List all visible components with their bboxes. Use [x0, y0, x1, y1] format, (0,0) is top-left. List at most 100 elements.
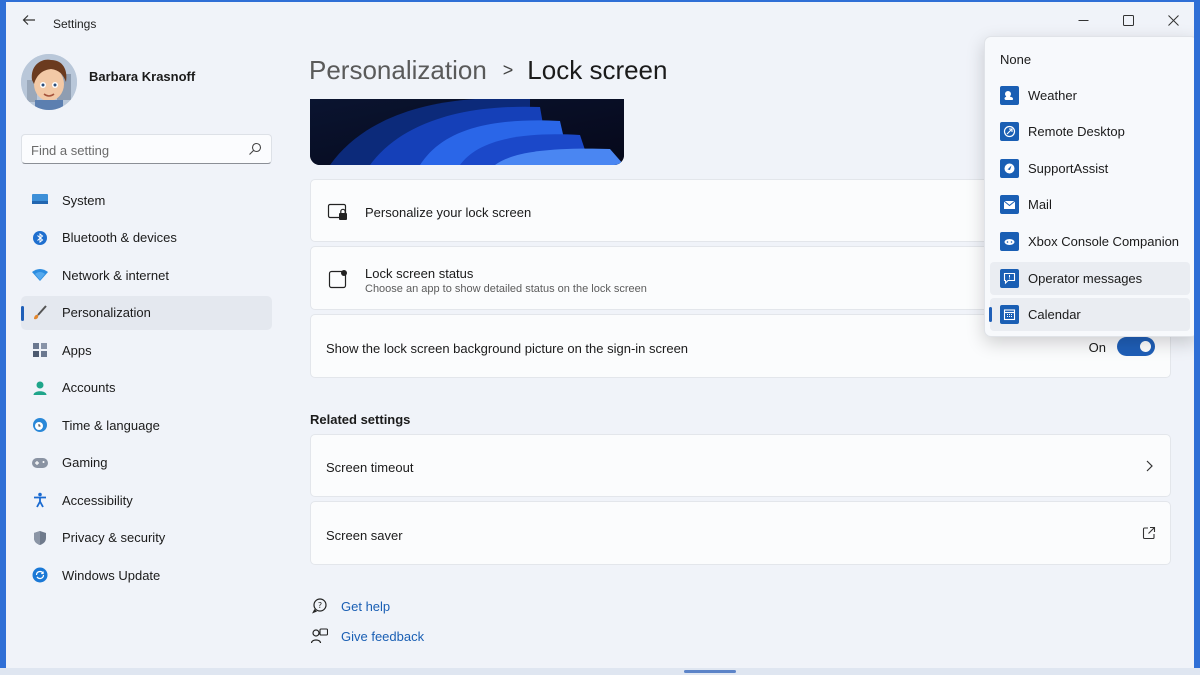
globe-clock-icon: [31, 416, 49, 434]
option-label: Mail: [1028, 197, 1052, 212]
status-title: Lock screen status: [365, 266, 474, 281]
weather-icon: [1000, 86, 1019, 105]
apps-icon: [31, 341, 49, 359]
taskbar-active-indicator: [684, 670, 736, 673]
option-label: Xbox Console Companion: [1028, 234, 1180, 249]
dropdown-option-operator-messages[interactable]: Operator messages: [990, 262, 1190, 295]
screen-saver-card[interactable]: Screen saver: [310, 501, 1171, 565]
sidebar-item-apps[interactable]: Apps: [21, 333, 272, 367]
dropdown-option-weather[interactable]: Weather: [990, 79, 1190, 112]
person-icon: [31, 379, 49, 397]
sidebar-item-label: Apps: [62, 342, 92, 358]
minimize-button[interactable]: [1061, 6, 1105, 34]
option-label: Weather: [1028, 88, 1077, 103]
supportassist-icon: [1000, 159, 1019, 178]
svg-text:?: ?: [317, 601, 321, 610]
sidebar-item-windows-update[interactable]: Windows Update: [21, 558, 272, 592]
dropdown-option-xbox[interactable]: Xbox Console Companion: [990, 225, 1190, 258]
message-icon: [1000, 269, 1019, 288]
sidebar-item-time-language[interactable]: Time & language: [21, 408, 272, 442]
back-button[interactable]: [18, 13, 40, 33]
search-box[interactable]: [21, 134, 272, 164]
calendar-icon: [1000, 305, 1019, 324]
option-label: Remote Desktop: [1028, 124, 1125, 139]
sidebar-nav: System Bluetooth & devices Network & int…: [21, 183, 272, 596]
sidebar-item-label: Bluetooth & devices: [62, 230, 177, 245]
option-label: SupportAssist: [1028, 161, 1109, 176]
status-app-dropdown: None Weather Remote Desktop SupportAssis…: [984, 36, 1194, 337]
sidebar-item-label: Privacy & security: [62, 530, 166, 545]
status-subtitle: Choose an app to show detailed status on…: [365, 283, 647, 295]
sidebar-item-personalization[interactable]: Personalization: [21, 295, 272, 330]
sidebar-item-gaming[interactable]: Gaming: [21, 446, 272, 480]
minimize-icon: [1078, 19, 1088, 21]
lock-monitor-icon: [327, 203, 347, 220]
close-icon: [1167, 14, 1179, 26]
sidebar-item-label: System: [62, 192, 106, 208]
give-feedback-link[interactable]: Give feedback: [310, 627, 424, 645]
dropdown-option-supportassist[interactable]: SupportAssist: [990, 152, 1190, 185]
breadcrumb-separator: >: [502, 60, 514, 80]
option-label: None: [1000, 52, 1032, 67]
sidebar-item-bluetooth[interactable]: Bluetooth & devices: [21, 221, 272, 255]
sidebar-item-label: Time & language: [62, 417, 160, 433]
sidebar-item-system[interactable]: System: [21, 183, 272, 217]
option-label: Operator messages: [1028, 271, 1143, 286]
search-icon[interactable]: [247, 141, 263, 157]
arrow-left-icon: [22, 15, 35, 25]
signin-background-toggle[interactable]: [1117, 337, 1155, 356]
user-name: Barbara Krasnoff: [89, 69, 196, 84]
close-button[interactable]: [1151, 6, 1194, 34]
accessibility-icon: [31, 491, 49, 509]
toggle-state-label: On: [1088, 340, 1106, 355]
dropdown-option-none[interactable]: None: [990, 43, 1190, 76]
lock-screen-preview: [310, 99, 624, 165]
breadcrumb-parent[interactable]: Personalization: [309, 55, 487, 86]
sidebar-item-label: Personalization: [62, 305, 151, 320]
screen-timeout-label: Screen timeout: [326, 460, 414, 475]
dropdown-option-mail[interactable]: Mail: [990, 188, 1190, 221]
avatar[interactable]: [21, 54, 77, 110]
dropdown-option-calendar[interactable]: Calendar: [989, 298, 1190, 331]
bluetooth-icon: [31, 229, 49, 247]
gamepad-icon: [31, 454, 49, 472]
dropdown-option-remote-desktop[interactable]: Remote Desktop: [990, 115, 1190, 148]
maximize-icon: [1122, 14, 1134, 26]
help-icon: ?: [310, 597, 328, 615]
feedback-icon: [310, 627, 328, 645]
maximize-button[interactable]: [1106, 6, 1150, 34]
wifi-icon: [31, 266, 49, 284]
sidebar-item-label: Accessibility: [62, 492, 133, 508]
page-title: Lock screen: [527, 55, 668, 85]
sidebar-item-privacy[interactable]: Privacy & security: [21, 521, 272, 555]
sidebar-item-network[interactable]: Network & internet: [21, 258, 272, 292]
xbox-icon: [1000, 232, 1019, 251]
sidebar-item-label: Network & internet: [62, 267, 169, 283]
taskbar: [0, 668, 1200, 675]
sidebar-item-label: Gaming: [62, 455, 108, 470]
related-settings-heading: Related settings: [310, 412, 411, 427]
screen-timeout-card[interactable]: Screen timeout: [310, 434, 1171, 497]
breadcrumb: Personalization > Lock screen: [309, 55, 667, 86]
search-input[interactable]: [31, 141, 231, 159]
brush-icon: [31, 304, 49, 322]
give-feedback-label: Give feedback: [341, 628, 425, 644]
sidebar-item-accounts[interactable]: Accounts: [21, 371, 272, 405]
get-help-label: Get help: [341, 598, 391, 614]
sidebar-item-accessibility[interactable]: Accessibility: [21, 483, 272, 517]
external-link-icon: [1142, 526, 1156, 540]
signin-title: Show the lock screen background picture …: [326, 341, 689, 356]
option-label: Calendar: [1028, 307, 1081, 322]
remote-desktop-icon: [1000, 122, 1019, 141]
sidebar-item-label: Accounts: [62, 380, 116, 395]
app-title: Settings: [53, 17, 97, 31]
get-help-link[interactable]: ? Get help: [310, 597, 390, 615]
mail-icon: [1000, 195, 1019, 214]
chevron-right-icon: [1146, 460, 1153, 472]
sync-icon: [31, 566, 49, 584]
shield-icon: [31, 529, 49, 547]
settings-window: Settings Barbara Krasnoff Find a setting…: [6, 2, 1194, 668]
monitor-icon: [31, 191, 49, 209]
screen-saver-label: Screen saver: [326, 528, 403, 543]
status-icon: [328, 270, 347, 289]
